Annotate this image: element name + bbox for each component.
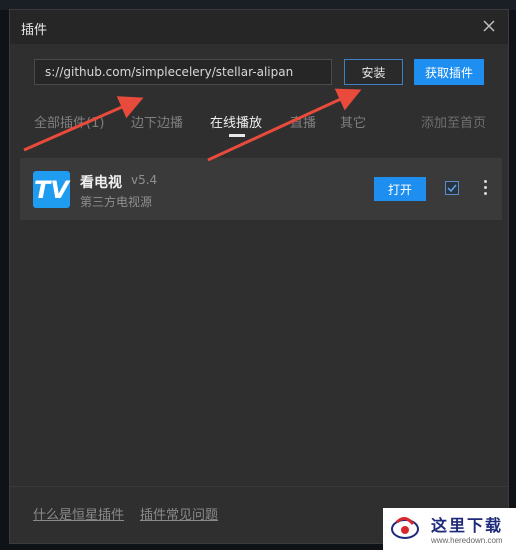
- check-icon: [447, 184, 457, 193]
- tab-download-play[interactable]: 边下边播: [131, 112, 183, 131]
- title-bar: 插件: [10, 10, 508, 44]
- plugin-name: 看电视: [80, 175, 122, 191]
- tab-live[interactable]: 直播: [290, 112, 316, 131]
- add-to-home-link[interactable]: 添加至首页: [421, 112, 486, 131]
- active-tab-indicator: [229, 134, 245, 137]
- get-plugins-button[interactable]: 获取插件: [414, 59, 484, 85]
- plugin-url-input[interactable]: [34, 59, 332, 85]
- plugin-enabled-checkbox[interactable]: [445, 181, 459, 195]
- tab-all-plugins[interactable]: 全部插件(1): [34, 112, 104, 131]
- open-plugin-button[interactable]: 打开: [374, 177, 426, 201]
- install-button[interactable]: 安装: [344, 59, 403, 85]
- what-is-plugin-link[interactable]: 什么是恒星插件: [33, 504, 124, 523]
- close-icon[interactable]: [480, 17, 498, 35]
- watermark-text: 这里下载: [431, 516, 504, 535]
- more-vertical-icon[interactable]: [480, 177, 490, 201]
- plugin-faq-link[interactable]: 插件常见问题: [140, 504, 218, 523]
- plugin-dialog: 插件 安装 获取插件 全部插件(1) 边下边播 在线播放 直播 其它 添加至首页…: [9, 9, 509, 544]
- footer-divider: [10, 486, 508, 487]
- plugin-description: 第三方电视源: [80, 195, 153, 209]
- heredown-logo-icon: [391, 517, 419, 539]
- watermark-url: www.heredown.com: [431, 536, 503, 545]
- dialog-title: 插件: [21, 23, 48, 38]
- watermark: 这里下载 www.heredown.com: [383, 508, 516, 550]
- tab-online-play[interactable]: 在线播放: [210, 112, 262, 131]
- tv-plugin-icon: TV: [33, 171, 70, 208]
- plugin-item: TV 看电视 v5.4 第三方电视源 打开: [20, 158, 502, 220]
- tab-other[interactable]: 其它: [340, 112, 366, 131]
- plugin-version: v5.4: [131, 173, 158, 187]
